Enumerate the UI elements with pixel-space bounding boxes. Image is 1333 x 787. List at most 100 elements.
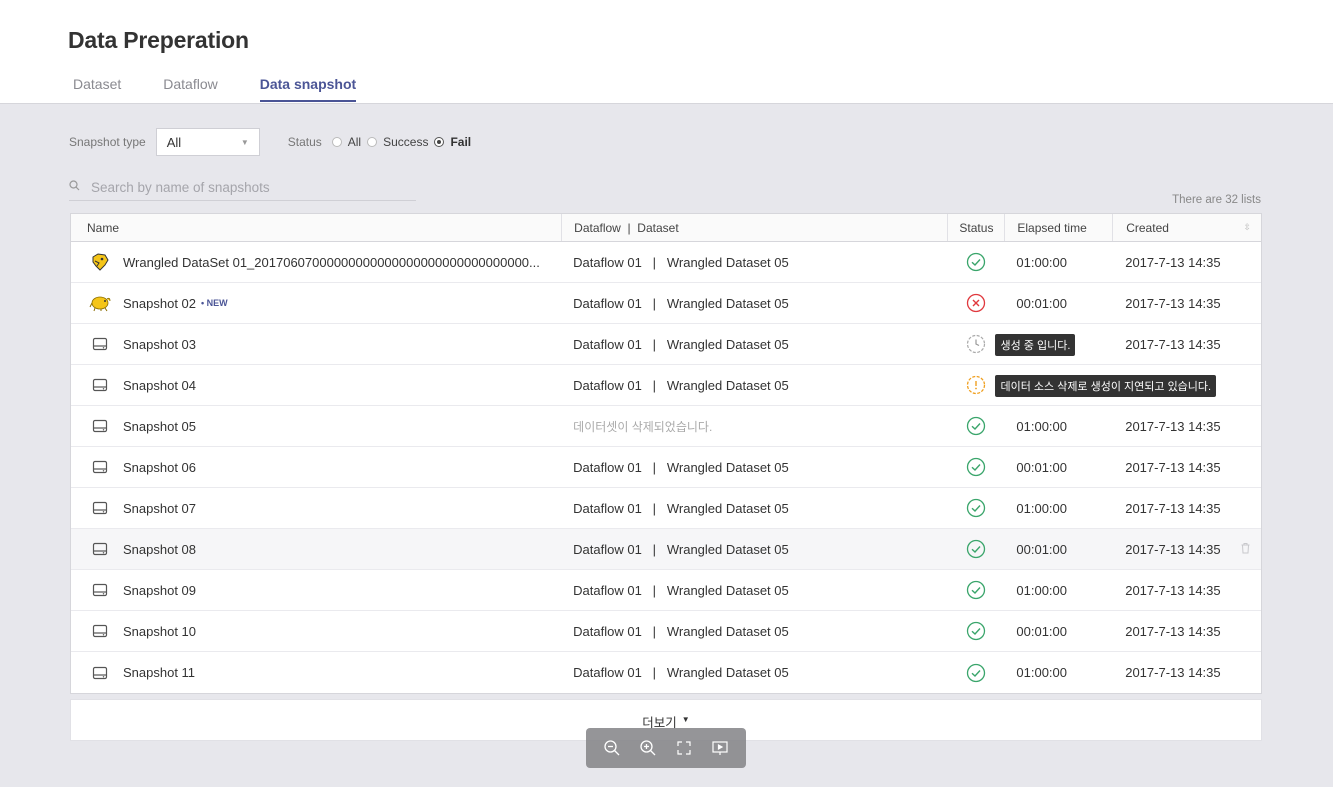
table-row[interactable]: Wrangled DataSet 01_20170607000000000000… [71,242,1261,283]
cell-name: Snapshot 03 [71,324,561,364]
snapshot-name: Wrangled DataSet 01_20170607000000000000… [123,254,540,270]
status-success-icon [966,580,986,600]
created-date: 2017-7-13 14:35 [1125,459,1221,475]
status-success-icon [966,416,986,436]
tab-data-snapshot[interactable]: Data snapshot [259,76,357,102]
cell-name: Snapshot 09 [71,570,561,610]
cell-status [947,283,1004,323]
trash-icon[interactable] [1240,542,1251,557]
cell-elapsed: 01:00:00 [1004,570,1112,610]
tab-dataflow[interactable]: Dataflow [163,76,217,102]
elapsed-time: 00:01:00 [1016,541,1067,557]
created-date: 2017-7-13 14:35 [1125,541,1221,557]
storage-icon [89,663,111,683]
table-row[interactable]: Snapshot 09 Dataflow 01 | Wrangled Datase… [71,570,1261,611]
cell-dataflow: Dataflow 01 | Wrangled Dataset 05 [561,324,947,364]
zoom-in-icon[interactable] [637,737,659,759]
cell-created: 2017-7-13 14:35 [1112,488,1261,528]
snapshot-name: Snapshot 08 [123,541,197,557]
cell-name: Snapshot 11 [71,652,561,693]
status-radio-success[interactable]: Success [367,135,428,149]
status-radio-fail[interactable]: Fail [434,135,471,149]
snapshot-name: Snapshot 10 [123,623,197,639]
status-tooltip: 생성 중 입니다. [995,334,1076,356]
elapsed-time: 01:00:00 [1016,665,1067,680]
header-status[interactable]: Status [947,214,1004,241]
fit-screen-icon[interactable] [673,737,695,759]
snapshot-name: Snapshot 06 [123,459,197,475]
table-row[interactable]: Snapshot 04 Dataflow 01 | Wrangled Datase… [71,365,1261,406]
cell-elapsed: 01:00:00 [1004,488,1112,528]
table-row[interactable]: Snapshot 03 Dataflow 01 | Wrangled Datase… [71,324,1261,365]
cell-created: 2017-7-13 14:35 [1112,529,1261,569]
dataflow-dataset: Dataflow 01 | Wrangled Dataset 05 [573,295,789,311]
radio-dot [331,137,342,147]
dataflow-dataset: Dataflow 01 | Wrangled Dataset 05 [573,665,789,680]
dataflow-dataset: Dataflow 01 | Wrangled Dataset 05 [573,254,789,270]
status-success-icon [966,498,986,518]
cell-name: Snapshot 04 [71,365,561,405]
cell-dataflow: Dataflow 01 | Wrangled Dataset 05 [561,242,947,282]
cell-dataflow: Dataflow 01 | Wrangled Dataset 05 [561,488,947,528]
status-success-icon [966,663,986,683]
cell-name: Snapshot 08 [71,529,561,569]
cell-status [947,242,1004,282]
snapshot-type-select[interactable]: All ▼ [155,128,260,156]
dataflow-dataset: Dataflow 01 | Wrangled Dataset 05 [573,377,789,393]
dataflow-dataset: Dataflow 01 | Wrangled Dataset 05 [573,336,789,352]
cell-dataflow: 데이터셋이 삭제되었습니다. [561,406,947,446]
storage-icon [89,580,111,600]
elapsed-time: 01:00:00 [1016,500,1067,516]
table-row[interactable]: Snapshot 07 Dataflow 01 | Wrangled Datase… [71,488,1261,529]
table-row[interactable]: Snapshot 06 Dataflow 01 | Wrangled Datase… [71,447,1261,488]
cell-dataflow: Dataflow 01 | Wrangled Dataset 05 [561,611,947,651]
table-row[interactable]: Snapshot 08 Dataflow 01 | Wrangled Datase… [71,529,1261,570]
zoom-out-icon[interactable] [601,737,623,759]
cell-dataflow: Dataflow 01 | Wrangled Dataset 05 [561,365,947,405]
cell-dataflow: Dataflow 01 | Wrangled Dataset 05 [561,570,947,610]
cell-created: 2017-7-13 14:35 [1112,283,1261,323]
header-dataflow[interactable]: Dataflow | Dataset [561,214,947,241]
radio-label: Success [383,135,429,149]
storage-icon [89,621,111,641]
cell-dataflow: Dataflow 01 | Wrangled Dataset 05 [561,529,947,569]
cell-elapsed: 00:01:00 [1004,283,1112,323]
tab-bar: Dataset Dataflow Data snapshot [73,76,398,102]
snapshot-name: Snapshot 07 [123,500,197,516]
cell-name: Snapshot 07 [71,488,561,528]
snapshot-type-value: All [166,134,182,150]
header-created[interactable]: Created ⇳ [1112,214,1261,241]
cell-elapsed: 00:01:00 [1004,611,1112,651]
table-row[interactable]: Snapshot 11 Dataflow 01 | Wrangled Datase… [71,652,1261,693]
sort-icon[interactable]: ⇳ [1243,222,1251,233]
cell-created: 2017-7-13 14:35 [1112,447,1261,487]
cell-created: 2017-7-13 14:35 [1112,242,1261,282]
cell-elapsed: 00:01:00 [1004,447,1112,487]
new-badge: • NEW [201,298,228,308]
table-row[interactable]: Snapshot 10 Dataflow 01 | Wrangled Datase… [71,611,1261,652]
storage-icon [89,498,111,518]
status-success-icon [966,252,986,272]
cell-name: Snapshot 05 [71,406,561,446]
header-name[interactable]: Name [71,214,561,241]
radio-dot [434,137,445,147]
status-radio-all[interactable]: All [331,135,361,149]
snapshot-type-label: Snapshot type [69,135,146,149]
created-date: 2017-7-13 14:35 [1125,254,1221,270]
snapshot-name: Snapshot 03 [123,336,197,352]
tab-dataset[interactable]: Dataset [73,76,121,102]
present-icon[interactable] [709,737,731,759]
cell-created: 2017-7-13 14:35 [1112,652,1261,693]
dataflow-dataset: Dataflow 01 | Wrangled Dataset 05 [573,459,789,475]
elapsed-time: 01:00:00 [1016,582,1067,598]
created-date: 2017-7-13 14:35 [1125,582,1221,598]
table-row[interactable]: Snapshot 05 데이터셋이 삭제되었습니다. 01:00:00 2017-7-… [71,406,1261,447]
chevron-down-icon: ▼ [240,137,249,147]
created-date: 2017-7-13 14:35 [1125,418,1221,434]
header-elapsed[interactable]: Elapsed time [1004,214,1112,241]
storage-icon [89,539,111,559]
table-row[interactable]: Snapshot 02 • NEW Dataflow 01 | Wrangled D… [71,283,1261,324]
cell-elapsed: 01:00:00 [1004,652,1112,693]
snapshot-name: Snapshot 05 [123,418,197,434]
search-input[interactable] [91,179,391,195]
